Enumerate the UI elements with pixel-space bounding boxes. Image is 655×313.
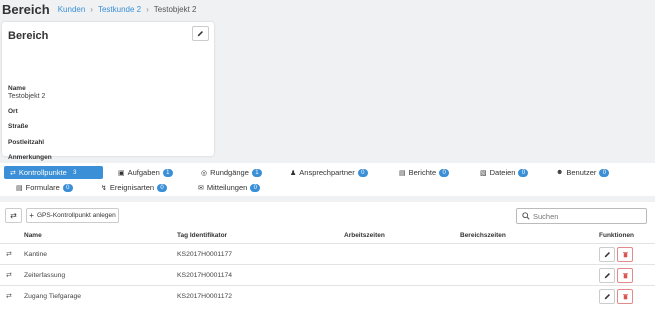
signal-icon: ⇄ xyxy=(6,251,12,258)
tab-ansprechpartner[interactable]: ♟ Ansprechpartner 0 xyxy=(284,166,374,179)
target-icon: ◎ xyxy=(201,169,208,177)
chevron-right-icon: › xyxy=(146,4,149,14)
add-label: GPS-Kontrollpunkt anlegen xyxy=(36,212,116,219)
tab-label: Ereignisarten xyxy=(109,183,155,192)
tab-count: 1 xyxy=(251,168,262,177)
tab-count: 0 xyxy=(439,168,450,177)
tab-label: Berichte xyxy=(408,168,437,177)
edit-button[interactable] xyxy=(192,26,209,41)
form-icon: ▤ xyxy=(16,184,23,192)
breadcrumb-kunden[interactable]: Kunden xyxy=(58,5,86,14)
breadcrumb-testkunde[interactable]: Testkunde 2 xyxy=(98,5,141,14)
col-bereichszeiten: Bereichszeiten xyxy=(460,232,506,239)
tab-label: Kontrollpunkte xyxy=(18,168,67,177)
signal-icon: ⇄ xyxy=(10,169,16,177)
search-icon xyxy=(522,212,530,220)
pencil-icon xyxy=(604,294,610,300)
field-label-anmerkungen: Anmerkungen xyxy=(8,154,52,161)
tab-mitteilungen[interactable]: ✉ Mitteilungen 0 xyxy=(192,181,266,194)
plus-icon: + xyxy=(29,211,34,220)
tab-count: 0 xyxy=(599,168,610,177)
envelope-icon: ✉ xyxy=(198,184,204,192)
col-arbeitszeiten: Arbeitszeiten xyxy=(344,232,385,239)
tab-count: 0 xyxy=(250,183,261,192)
swap-icon: ⇄ xyxy=(10,211,17,220)
signal-icon: ⇄ xyxy=(6,272,12,279)
pencil-icon xyxy=(197,31,203,37)
tab-formulare[interactable]: ▤ Formulare 0 xyxy=(10,181,79,194)
signal-icon: ⇄ xyxy=(6,293,12,300)
tab-count: 3 xyxy=(73,169,77,176)
tab-ereignisarten[interactable]: ↯ Ereignisarten 0 xyxy=(95,181,173,194)
tab-berichte[interactable]: ▤ Berichte 0 xyxy=(393,166,455,179)
tab-label: Ansprechpartner xyxy=(299,168,355,177)
trash-icon xyxy=(622,294,628,300)
top-bar: Bereich Kunden › Testkunde 2 › Testobjek… xyxy=(0,0,655,18)
chevron-right-icon: › xyxy=(90,4,93,14)
tab-count: 0 xyxy=(62,183,73,192)
table-row[interactable]: ⇄ Zugang Tiefgarage KS2017H0001172 xyxy=(0,285,655,306)
row-name: Zeiterfassung xyxy=(24,272,66,279)
pencil-icon xyxy=(604,273,610,279)
pencil-icon xyxy=(604,252,610,258)
card-title: Bereich xyxy=(8,30,49,42)
edit-button[interactable] xyxy=(599,289,615,304)
tab-count: 1 xyxy=(162,168,173,177)
tab-label: Benutzer xyxy=(566,168,597,177)
tab-label: Formulare xyxy=(25,183,60,192)
delete-button[interactable] xyxy=(617,289,633,304)
document-icon: ▤ xyxy=(399,169,406,177)
files-icon: ▧ xyxy=(480,169,487,177)
field-label-plz: Postleitzahl xyxy=(8,139,45,146)
field-label-strasse: Straße xyxy=(8,123,29,130)
add-gps-kontrollpunkt-button[interactable]: + GPS-Kontrollpunkt anlegen xyxy=(26,208,119,223)
edit-button[interactable] xyxy=(599,247,615,262)
delete-button[interactable] xyxy=(617,247,633,262)
trash-icon xyxy=(622,273,628,279)
col-tag: Tag Identifikator xyxy=(177,232,228,239)
tab-count: 0 xyxy=(157,183,168,192)
detail-card: Bereich Name Testobjekt 2 Ort Straße Pos… xyxy=(2,22,214,161)
row-name: Kantine xyxy=(24,251,48,258)
col-funktionen: Funktionen xyxy=(599,232,635,239)
tab-label: Dateien xyxy=(489,168,516,177)
users-icon: ♟ xyxy=(290,169,297,177)
row-tag: KS2017H0001177 xyxy=(177,251,233,258)
edit-button[interactable] xyxy=(599,268,615,283)
delete-button[interactable] xyxy=(617,268,633,283)
row-name: Zugang Tiefgarage xyxy=(24,293,82,300)
field-label-ort: Ort xyxy=(8,108,18,115)
breadcrumb-current: Testobjekt 2 xyxy=(153,4,197,14)
bolt-icon: ↯ xyxy=(101,184,107,192)
tab-kontrollpunkte[interactable]: ⇄ Kontrollpunkte 3 xyxy=(4,166,103,179)
toggle-button[interactable]: ⇄ xyxy=(5,208,22,223)
tab-label: Rundgänge xyxy=(210,168,249,177)
page-title: Bereich xyxy=(2,1,50,17)
tabs-panel: ⇄ Kontrollpunkte 3 ▣ Aufgaben 1 ◎ Rundgä… xyxy=(0,163,655,196)
tab-label: Aufgaben xyxy=(127,168,160,177)
tab-label: Mitteilungen xyxy=(206,183,248,192)
tab-count: 0 xyxy=(518,168,529,177)
trash-icon xyxy=(622,252,628,258)
tab-aufgaben[interactable]: ▣ Aufgaben 1 xyxy=(112,166,179,179)
field-label-name: Name xyxy=(8,85,26,92)
tab-benutzer[interactable]: ☻ Benutzer 0 xyxy=(550,166,615,179)
tab-dateien[interactable]: ▧ Dateien 0 xyxy=(474,166,534,179)
user-icon: ☻ xyxy=(556,169,564,176)
breadcrumb: Kunden › Testkunde 2 › Testobjekt 2 xyxy=(58,5,197,14)
table-row[interactable]: ⇄ Kantine KS2017H0001177 xyxy=(0,243,655,264)
col-name: Name xyxy=(24,232,42,239)
tab-rundgaenge[interactable]: ◎ Rundgänge 1 xyxy=(195,166,268,179)
row-tag: KS2017H0001174 xyxy=(177,272,233,279)
list-panel: ⇄ + GPS-Kontrollpunkt anlegen Name Tag I… xyxy=(0,202,655,313)
field-value-name: Testobjekt 2 xyxy=(8,93,46,100)
table-row[interactable]: ⇄ Zeiterfassung KS2017H0001174 xyxy=(0,264,655,285)
search-box[interactable] xyxy=(516,208,647,224)
tab-count: 0 xyxy=(357,168,368,177)
row-tag: KS2017H0001172 xyxy=(177,293,233,300)
search-input[interactable] xyxy=(533,211,643,221)
briefcase-icon: ▣ xyxy=(118,169,125,177)
